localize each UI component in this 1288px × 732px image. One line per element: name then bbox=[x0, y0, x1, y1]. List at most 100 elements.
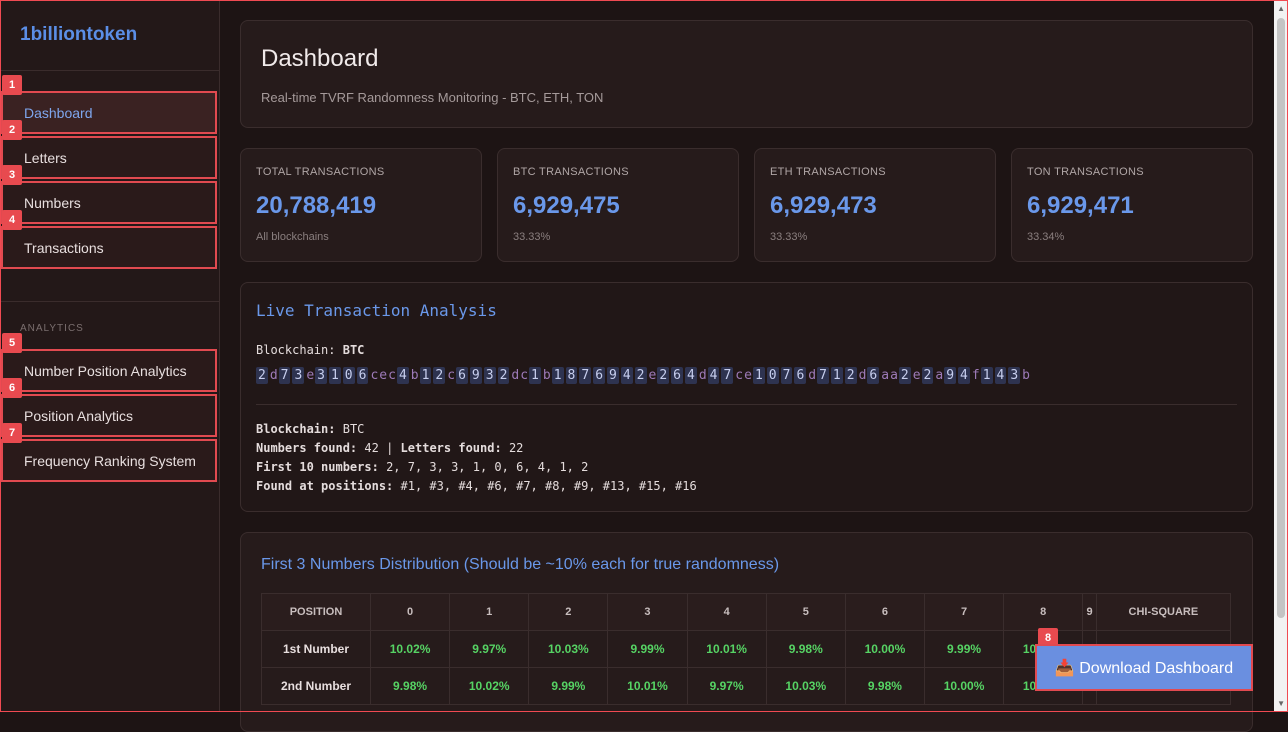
sidebar-item-label: Position Analytics bbox=[24, 407, 133, 424]
sidebar-item-letters[interactable]: Letters bbox=[1, 136, 217, 179]
hash-digit: 1 bbox=[980, 367, 993, 384]
sidebar-item-numbers[interactable]: Numbers bbox=[1, 181, 217, 224]
page-subtitle: Real-time TVRF Randomness Monitoring - B… bbox=[261, 90, 604, 105]
main-content: Dashboard Real-time TVRF Randomness Moni… bbox=[220, 0, 1270, 732]
info-separator: | bbox=[386, 441, 394, 455]
badge-2: 2 bbox=[2, 120, 22, 140]
info-counts: Numbers found: 42 | Letters found: 22 bbox=[256, 441, 523, 455]
live-transaction-card: Live Transaction Analysis Blockchain: BT… bbox=[240, 282, 1253, 512]
sidebar-item-label: Transactions bbox=[24, 239, 104, 256]
hash-letter: d bbox=[698, 368, 707, 383]
hash-digit: 2 bbox=[844, 367, 857, 384]
hash-letter: c bbox=[370, 368, 379, 383]
table-header-cell: 8 bbox=[1003, 593, 1084, 631]
info-label: Found at positions: bbox=[256, 479, 394, 493]
info-value: #1, #3, #4, #6, #7, #8, #9, #13, #15, #1… bbox=[400, 479, 697, 493]
distribution-card: First 3 Numbers Distribution (Should be … bbox=[240, 532, 1253, 732]
hash-letter: b bbox=[542, 368, 551, 383]
hash-digit: 4 bbox=[994, 367, 1007, 384]
transaction-hash: 2d73e3106cec4b12c6932dc1b1876942e264d47c… bbox=[256, 367, 1031, 384]
stat-sub: 33.33% bbox=[513, 231, 551, 243]
hash-digit: 2 bbox=[256, 367, 268, 384]
badge-4: 4 bbox=[2, 210, 22, 230]
hash-digit: 4 bbox=[620, 367, 633, 384]
hash-letter: d bbox=[808, 368, 817, 383]
badge-7: 7 bbox=[2, 423, 22, 443]
hash-digit: 4 bbox=[684, 367, 697, 384]
table-cell: 10.02% bbox=[369, 630, 451, 668]
hash-digit: 2 bbox=[921, 367, 934, 384]
hash-digit: 8 bbox=[565, 367, 578, 384]
table-cell: 10.00% bbox=[844, 630, 925, 668]
hash-digit: 7 bbox=[579, 367, 592, 384]
hash-digit: 6 bbox=[356, 367, 369, 384]
stat-label: TOTAL TRANSACTIONS bbox=[256, 166, 385, 178]
distribution-title: First 3 Numbers Distribution (Should be … bbox=[261, 556, 780, 573]
hash-letter: c bbox=[447, 368, 456, 383]
brand-logo[interactable]: 1billiontoken bbox=[20, 24, 137, 46]
sidebar-item-transactions[interactable]: Transactions bbox=[1, 226, 217, 269]
scrollbar[interactable]: ▲ ▼ bbox=[1274, 0, 1288, 712]
table-header-cell: 2 bbox=[528, 593, 609, 631]
sidebar-item-label: Frequency Ranking System bbox=[24, 452, 196, 469]
page-title: Dashboard bbox=[261, 45, 379, 72]
stat-sub: 33.33% bbox=[770, 231, 808, 243]
table-header-cell: 6 bbox=[844, 593, 925, 631]
hash-digit: 0 bbox=[342, 367, 355, 384]
hash-digit: 4 bbox=[707, 367, 720, 384]
table-header-cell: 5 bbox=[765, 593, 846, 631]
stat-card-eth: ETH TRANSACTIONS 6,929,473 33.33% bbox=[754, 148, 996, 262]
sidebar-item-frequency-ranking[interactable]: Frequency Ranking System bbox=[1, 439, 217, 482]
hash-letter: e bbox=[306, 368, 315, 383]
hash-digit: 1 bbox=[830, 367, 843, 384]
sidebar-item-dashboard[interactable]: Dashboard bbox=[1, 91, 217, 134]
badge-6: 6 bbox=[2, 378, 22, 398]
hash-digit: 2 bbox=[497, 367, 510, 384]
hash-letter: e bbox=[648, 368, 657, 383]
table-header-cell: 7 bbox=[923, 593, 1005, 631]
blockchain-label: Blockchain: bbox=[256, 343, 336, 357]
info-label: Blockchain: bbox=[256, 422, 336, 436]
hash-digit: 6 bbox=[867, 367, 880, 384]
hash-digit: 9 bbox=[607, 367, 619, 384]
hash-digit: 6 bbox=[794, 367, 807, 384]
hash-letter: a bbox=[881, 368, 890, 383]
table-cell: 9.97% bbox=[449, 630, 530, 668]
sidebar-item-position-analytics[interactable]: Position Analytics bbox=[1, 394, 217, 437]
hash-letter: e bbox=[379, 368, 388, 383]
hash-letter: b bbox=[1022, 368, 1030, 383]
hash-letter: f bbox=[971, 368, 980, 383]
hash-digit: 3 bbox=[1008, 367, 1021, 384]
sidebar: 1billiontoken 1 Dashboard 2 Letters 3 Nu… bbox=[0, 0, 220, 712]
stat-value: 6,929,471 bbox=[1027, 192, 1134, 219]
info-value: 2, 7, 3, 3, 1, 0, 6, 4, 1, 2 bbox=[386, 460, 589, 474]
info-value: 22 bbox=[508, 441, 524, 455]
hash-letter: a bbox=[890, 368, 898, 383]
hash-digit: 1 bbox=[328, 367, 341, 384]
scroll-down-icon[interactable]: ▼ bbox=[1277, 699, 1285, 708]
divider bbox=[256, 404, 1237, 405]
table-header-cell: 3 bbox=[607, 593, 688, 631]
hash-digit: 2 bbox=[634, 367, 647, 384]
header-card: Dashboard Real-time TVRF Randomness Moni… bbox=[240, 20, 1253, 128]
blockchain-line: Blockchain: BTC bbox=[256, 343, 364, 357]
hash-digit: 6 bbox=[593, 367, 606, 384]
stat-card-ton: TON TRANSACTIONS 6,929,471 33.34% bbox=[1011, 148, 1253, 262]
hash-digit: 3 bbox=[483, 367, 496, 384]
hash-digit: 1 bbox=[752, 367, 765, 384]
scroll-up-icon[interactable]: ▲ bbox=[1277, 4, 1285, 13]
sidebar-item-number-position-analytics[interactable]: Number Position Analytics bbox=[1, 349, 217, 392]
table-cell: 9.99% bbox=[607, 630, 688, 668]
row-position-label: 2nd Number bbox=[261, 667, 371, 705]
download-dashboard-button[interactable]: 📥 Download Dashboard bbox=[1035, 644, 1253, 691]
hash-letter: d bbox=[858, 368, 867, 383]
blockchain-value: BTC bbox=[342, 343, 365, 357]
hash-digit: 2 bbox=[898, 367, 911, 384]
scroll-thumb[interactable] bbox=[1277, 18, 1285, 618]
info-blockchain: Blockchain: BTC bbox=[256, 422, 364, 436]
badge-1: 1 bbox=[2, 75, 22, 95]
sidebar-divider bbox=[0, 70, 219, 71]
hash-digit: 3 bbox=[292, 367, 305, 384]
table-cell: 10.00% bbox=[923, 667, 1005, 705]
table-header-cell: 4 bbox=[686, 593, 767, 631]
